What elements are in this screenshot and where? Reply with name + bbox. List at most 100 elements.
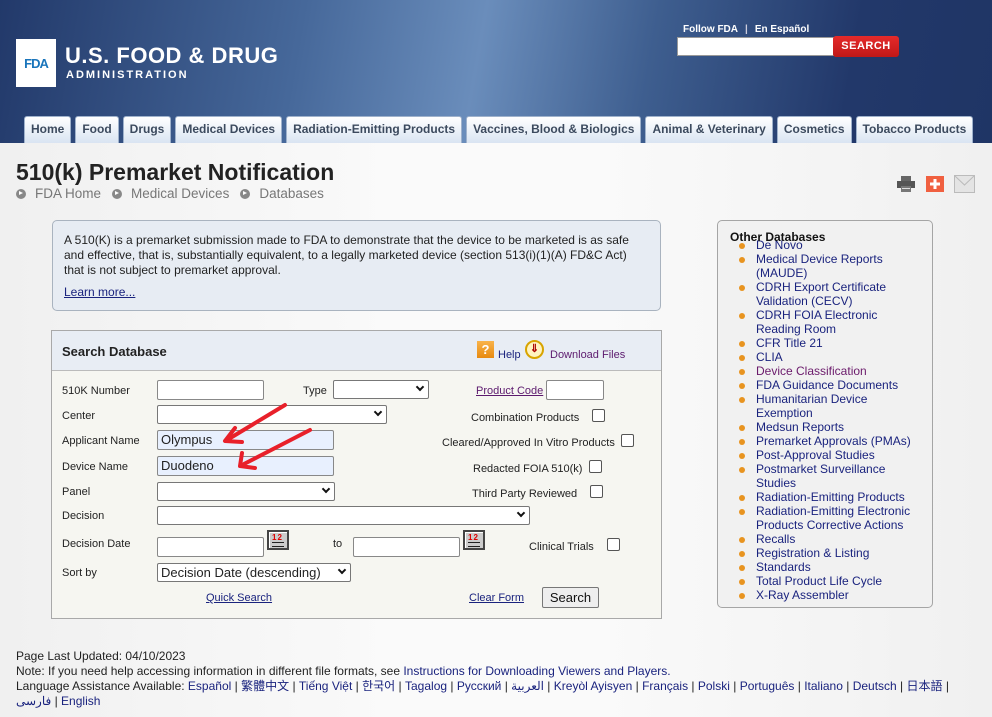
- clinical-trials-checkbox[interactable]: [607, 538, 620, 551]
- instructions-link[interactable]: Instructions for Downloading Viewers and…: [403, 664, 670, 678]
- site-search-input[interactable]: [677, 37, 834, 56]
- other-database-link[interactable]: Post-Approval Studies: [735, 448, 925, 462]
- tab-vaccines[interactable]: Vaccines, Blood & Biologics: [466, 116, 642, 143]
- language-link[interactable]: Italiano: [804, 679, 843, 693]
- label-decision: Decision: [62, 510, 105, 522]
- other-database-link[interactable]: CLIA: [735, 350, 925, 364]
- help-icon[interactable]: ?: [477, 341, 494, 358]
- other-database-link[interactable]: Recalls: [735, 532, 925, 546]
- other-database-link[interactable]: Radiation-Emitting Products: [735, 490, 925, 504]
- 510k-number-input[interactable]: [157, 380, 264, 400]
- learn-more-link[interactable]: Learn more...: [64, 285, 135, 300]
- other-database-link[interactable]: Radiation-Emitting Electronic Products C…: [735, 504, 925, 532]
- language-link[interactable]: 한국어: [362, 679, 395, 693]
- language-link[interactable]: Português: [740, 679, 795, 693]
- breadcrumb-arrow-icon: [240, 188, 251, 199]
- other-database-link[interactable]: Medsun Reports: [735, 420, 925, 434]
- language-link[interactable]: Tagalog: [405, 679, 447, 693]
- print-icon[interactable]: [896, 175, 916, 193]
- tab-animal-veterinary[interactable]: Animal & Veterinary: [645, 116, 773, 143]
- other-database-link[interactable]: CFR Title 21: [735, 336, 925, 350]
- device-name-input[interactable]: Duodeno: [157, 456, 334, 476]
- other-database-link[interactable]: Registration & Listing: [735, 546, 925, 560]
- download-files-link[interactable]: Download Files: [550, 349, 625, 361]
- calendar-icon[interactable]: 12: [267, 530, 289, 550]
- language-link[interactable]: Deutsch: [853, 679, 897, 693]
- tab-medical-devices[interactable]: Medical Devices: [175, 116, 283, 143]
- applicant-name-input[interactable]: Olympus: [157, 430, 334, 450]
- separator: |: [632, 679, 643, 693]
- breadcrumb-arrow-icon: [112, 188, 123, 199]
- language-link[interactable]: English: [61, 694, 100, 708]
- label-redacted-foia: Redacted FOIA 510(k): [473, 463, 583, 475]
- decision-select[interactable]: [157, 506, 530, 525]
- language-link[interactable]: 繁體中文: [241, 679, 289, 693]
- email-icon[interactable]: [954, 175, 975, 193]
- type-select[interactable]: [333, 380, 429, 399]
- site-search-button[interactable]: SEARCH: [833, 36, 899, 57]
- panel-select[interactable]: [157, 482, 335, 501]
- calendar-icon[interactable]: 12: [463, 530, 485, 550]
- language-link[interactable]: Polski: [698, 679, 730, 693]
- redacted-foia-checkbox[interactable]: [589, 460, 602, 473]
- third-party-reviewed-checkbox[interactable]: [590, 485, 603, 498]
- language-link[interactable]: Español: [188, 679, 231, 693]
- other-database-link[interactable]: Postmarket Surveillance Studies: [735, 462, 925, 490]
- label-third-party-reviewed: Third Party Reviewed: [472, 488, 578, 500]
- language-link[interactable]: فارسی: [16, 694, 51, 708]
- decision-date-from-input[interactable]: [157, 537, 264, 557]
- other-database-link[interactable]: Device Classification: [735, 364, 925, 378]
- other-database-link[interactable]: FDA Guidance Documents: [735, 378, 925, 392]
- breadcrumb-fda-home[interactable]: FDA Home: [35, 186, 101, 201]
- combination-products-checkbox[interactable]: [592, 409, 605, 422]
- other-database-link[interactable]: CDRH FOIA Electronic Reading Room: [735, 308, 925, 336]
- other-database-link[interactable]: Total Product Life Cycle: [735, 574, 925, 588]
- label-panel: Panel: [62, 486, 91, 498]
- label-decision-date: Decision Date: [62, 538, 131, 550]
- tab-food[interactable]: Food: [75, 116, 119, 143]
- follow-fda-link[interactable]: Follow FDA: [683, 24, 738, 35]
- other-database-link[interactable]: Medical Device Reports (MAUDE): [735, 252, 925, 280]
- quick-search-link[interactable]: Quick Search: [206, 592, 272, 604]
- in-vitro-products-checkbox[interactable]: [621, 434, 634, 447]
- product-code-link[interactable]: Product Code: [476, 385, 543, 397]
- other-database-link[interactable]: Humanitarian Device Exemption: [735, 392, 925, 420]
- center-select[interactable]: [157, 405, 387, 424]
- language-link[interactable]: Русский: [457, 679, 502, 693]
- decision-date-to-input[interactable]: [353, 537, 460, 557]
- other-database-link[interactable]: CDRH Export Certificate Validation (CECV…: [735, 280, 925, 308]
- clear-form-link[interactable]: Clear Form: [469, 592, 524, 604]
- tab-tobacco[interactable]: Tobacco Products: [855, 116, 974, 143]
- tab-drugs[interactable]: Drugs: [122, 116, 172, 143]
- breadcrumb-arrow-icon: [16, 188, 26, 199]
- language-link[interactable]: Français: [642, 679, 688, 693]
- language-link[interactable]: Tiếng Việt: [299, 679, 352, 693]
- other-database-link[interactable]: Premarket Approvals (PMAs): [735, 434, 925, 448]
- fda-logo[interactable]: FDA: [16, 39, 56, 87]
- language-link[interactable]: العربية: [511, 679, 544, 693]
- help-link[interactable]: Help: [498, 349, 521, 361]
- en-espanol-link[interactable]: En Español: [755, 24, 809, 35]
- language-link[interactable]: 日本語: [907, 679, 943, 693]
- sort-by-select[interactable]: Decision Date (descending): [157, 563, 351, 582]
- intro-text: A 510(K) is a premarket submission made …: [64, 233, 629, 277]
- separator: |: [501, 679, 512, 693]
- breadcrumb-databases[interactable]: Databases: [259, 186, 324, 201]
- tab-cosmetics[interactable]: Cosmetics: [776, 116, 852, 143]
- tab-radiation-emitting[interactable]: Radiation-Emitting Products: [286, 116, 463, 143]
- other-database-link[interactable]: Standards: [735, 560, 925, 574]
- separator: |: [231, 679, 242, 693]
- note-text: Note: If you need help accessing informa…: [16, 664, 404, 678]
- separator: |: [289, 679, 299, 693]
- intro-panel: A 510(K) is a premarket submission made …: [52, 220, 661, 311]
- label-combination-products: Combination Products: [471, 412, 580, 424]
- download-icon[interactable]: ⇓: [525, 340, 544, 359]
- breadcrumb-medical-devices[interactable]: Medical Devices: [131, 186, 229, 201]
- add-share-icon[interactable]: [926, 176, 944, 192]
- logo-title[interactable]: U.S. FOOD & DRUG: [65, 43, 278, 69]
- tab-home[interactable]: Home: [24, 116, 72, 143]
- product-code-input[interactable]: [546, 380, 604, 400]
- language-link[interactable]: Kreyòl Ayisyen: [554, 679, 633, 693]
- other-database-link[interactable]: X-Ray Assembler: [735, 588, 925, 602]
- search-button[interactable]: Search: [542, 587, 599, 608]
